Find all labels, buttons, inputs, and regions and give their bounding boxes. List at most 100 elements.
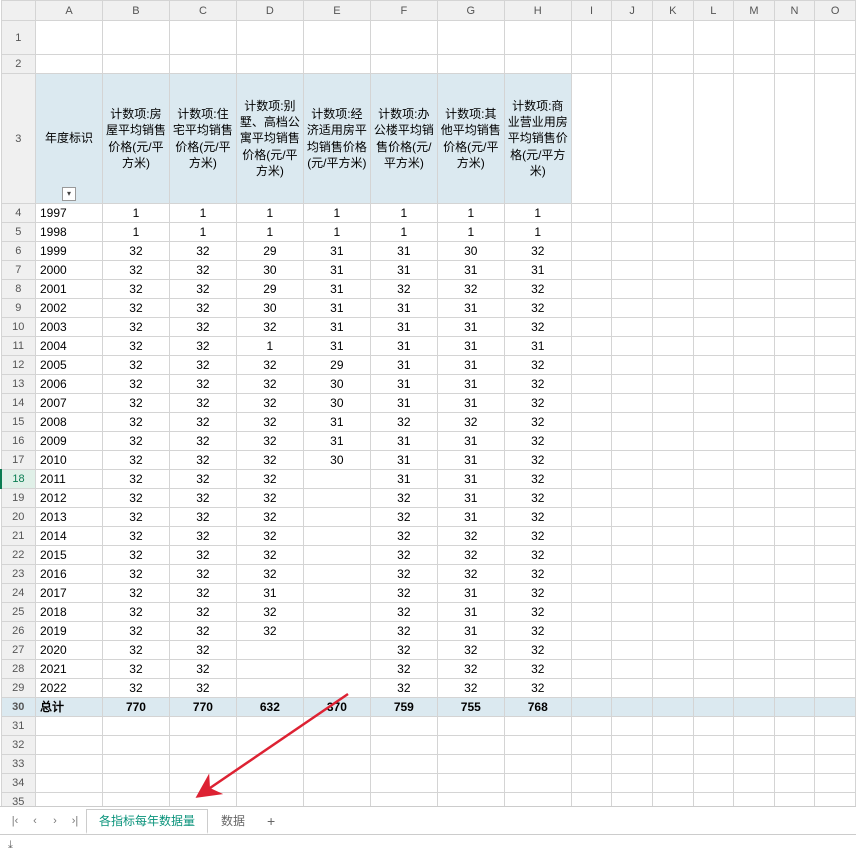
value-cell[interactable] — [303, 527, 370, 546]
value-cell[interactable]: 32 — [437, 527, 504, 546]
col-header-M[interactable]: M — [734, 1, 775, 21]
value-cell[interactable]: 32 — [370, 565, 437, 584]
cell[interactable] — [612, 679, 653, 698]
value-cell[interactable]: 29 — [236, 242, 303, 261]
row-header[interactable]: 34 — [1, 774, 36, 793]
value-cell[interactable]: 31 — [370, 261, 437, 280]
value-cell[interactable]: 31 — [437, 603, 504, 622]
cell[interactable] — [571, 74, 612, 204]
cell[interactable] — [774, 508, 815, 527]
value-cell[interactable]: 31 — [437, 451, 504, 470]
value-cell[interactable]: 32 — [169, 261, 236, 280]
cell[interactable] — [815, 622, 856, 641]
row-header[interactable]: 24 — [1, 584, 36, 603]
value-cell[interactable]: 32 — [236, 470, 303, 489]
cell[interactable] — [734, 356, 775, 375]
cell[interactable] — [612, 698, 653, 717]
value-cell[interactable]: 32 — [504, 432, 571, 451]
cell[interactable] — [652, 622, 693, 641]
cell[interactable] — [504, 717, 571, 736]
row-header[interactable]: 33 — [1, 755, 36, 774]
value-cell[interactable]: 32 — [370, 603, 437, 622]
cell[interactable] — [571, 546, 612, 565]
tab-nav-prev[interactable]: ‹ — [26, 811, 44, 831]
cell[interactable] — [815, 204, 856, 223]
cell[interactable] — [815, 356, 856, 375]
cell[interactable] — [734, 242, 775, 261]
col-header-D[interactable]: D — [236, 1, 303, 21]
pivot-header[interactable]: 计数项:房屋平均销售价格(元/平方米) — [102, 74, 169, 204]
cell[interactable] — [815, 698, 856, 717]
value-cell[interactable]: 31 — [303, 261, 370, 280]
row-header[interactable]: 9 — [1, 299, 36, 318]
cell[interactable] — [734, 660, 775, 679]
value-cell[interactable]: 32 — [102, 489, 169, 508]
col-header-K[interactable]: K — [652, 1, 693, 21]
cell[interactable] — [571, 223, 612, 242]
cell[interactable] — [815, 584, 856, 603]
cell[interactable] — [236, 21, 303, 55]
value-cell[interactable]: 32 — [236, 451, 303, 470]
cell[interactable] — [571, 793, 612, 807]
cell[interactable] — [36, 755, 103, 774]
value-cell[interactable] — [303, 489, 370, 508]
row-header[interactable]: 26 — [1, 622, 36, 641]
value-cell[interactable]: 31 — [236, 584, 303, 603]
year-cell[interactable]: 2011 — [36, 470, 103, 489]
col-header-E[interactable]: E — [303, 1, 370, 21]
cell[interactable] — [612, 55, 653, 74]
cell[interactable] — [303, 793, 370, 807]
value-cell[interactable]: 1 — [370, 204, 437, 223]
cell[interactable] — [815, 679, 856, 698]
value-cell[interactable]: 32 — [169, 660, 236, 679]
col-header-L[interactable]: L — [693, 1, 734, 21]
cell[interactable] — [169, 793, 236, 807]
value-cell[interactable]: 32 — [169, 432, 236, 451]
value-cell[interactable]: 32 — [236, 508, 303, 527]
value-cell[interactable]: 31 — [437, 470, 504, 489]
row-header[interactable]: 22 — [1, 546, 36, 565]
cell[interactable] — [370, 736, 437, 755]
cell[interactable] — [815, 508, 856, 527]
value-cell[interactable]: 32 — [169, 470, 236, 489]
value-cell[interactable]: 32 — [236, 603, 303, 622]
cell[interactable] — [612, 375, 653, 394]
value-cell[interactable]: 32 — [169, 242, 236, 261]
cell[interactable] — [734, 736, 775, 755]
cell[interactable] — [734, 337, 775, 356]
value-cell[interactable]: 31 — [370, 356, 437, 375]
sheet-tab[interactable]: 数据 — [208, 809, 258, 833]
cell[interactable] — [504, 755, 571, 774]
pivot-header[interactable]: 计数项:经济适用房平均销售价格(元/平方米) — [303, 74, 370, 204]
cell[interactable] — [693, 698, 734, 717]
cell[interactable] — [612, 774, 653, 793]
cell[interactable] — [734, 546, 775, 565]
cell[interactable] — [571, 451, 612, 470]
year-cell[interactable]: 2013 — [36, 508, 103, 527]
value-cell[interactable]: 32 — [169, 451, 236, 470]
year-cell[interactable]: 2018 — [36, 603, 103, 622]
pivot-header[interactable]: 计数项:商业营业用房平均销售价格(元/平方米) — [504, 74, 571, 204]
value-cell[interactable]: 31 — [437, 337, 504, 356]
year-cell[interactable]: 2016 — [36, 565, 103, 584]
cell[interactable] — [774, 603, 815, 622]
value-cell[interactable]: 32 — [236, 622, 303, 641]
year-cell[interactable]: 2017 — [36, 584, 103, 603]
cell[interactable] — [652, 755, 693, 774]
value-cell[interactable]: 32 — [169, 299, 236, 318]
cell[interactable] — [815, 375, 856, 394]
cell[interactable] — [774, 242, 815, 261]
cell[interactable] — [612, 318, 653, 337]
value-cell[interactable]: 1 — [236, 337, 303, 356]
cell[interactable] — [693, 774, 734, 793]
cell[interactable] — [774, 451, 815, 470]
row-header[interactable]: 35 — [1, 793, 36, 807]
value-cell[interactable]: 31 — [370, 470, 437, 489]
cell[interactable] — [815, 299, 856, 318]
pivot-header[interactable]: 年度标识▾ — [36, 74, 103, 204]
cell[interactable] — [734, 299, 775, 318]
cell[interactable] — [571, 679, 612, 698]
cell[interactable] — [774, 565, 815, 584]
value-cell[interactable]: 32 — [102, 660, 169, 679]
value-cell[interactable]: 1 — [236, 223, 303, 242]
